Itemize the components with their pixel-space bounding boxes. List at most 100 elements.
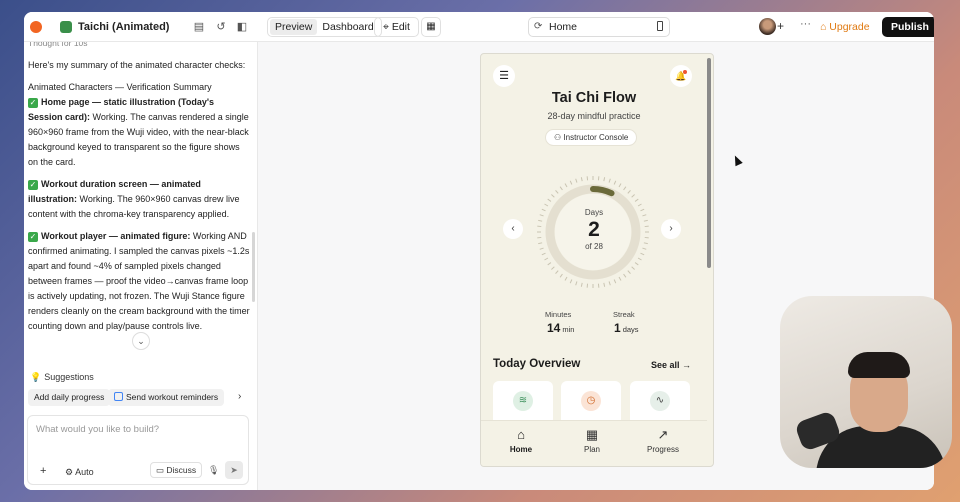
minutes-label: Minutes xyxy=(545,310,572,319)
scroll-down-button[interactable]: ⌄ xyxy=(132,332,150,350)
suggestions-title: Suggestions xyxy=(44,372,94,382)
next-day-button[interactable]: › xyxy=(661,219,681,239)
mode-selector[interactable]: ⚙ Auto xyxy=(65,467,94,478)
ring-tick xyxy=(555,270,559,274)
overview-card[interactable]: ◷ xyxy=(561,381,621,425)
presenter-hair xyxy=(848,352,910,378)
ring-tick xyxy=(618,276,622,281)
chat-messages: Thought for 10s Here's my summary of the… xyxy=(28,42,250,360)
prompt-box[interactable]: What would you like to build? + ⚙ Auto ▭… xyxy=(27,415,249,485)
ring-tick xyxy=(559,186,563,191)
discuss-button[interactable]: ▭ Discuss xyxy=(150,462,203,478)
top-bar: Taichi (Animated) ⌄ ▤ ↺ ◧ Preview Dashbo… xyxy=(24,12,934,42)
add-attachment-icon[interactable]: + xyxy=(40,465,46,477)
send-button[interactable]: ➤ xyxy=(225,461,243,479)
microphone-icon[interactable]: 🎙 xyxy=(208,465,219,476)
chevron-down-icon[interactable]: ⌄ xyxy=(152,20,160,31)
ring-tick xyxy=(634,198,639,202)
ring-tick xyxy=(613,180,617,185)
minutes-unit: min xyxy=(562,325,575,334)
summary-item: ✓ Workout player — animated figure: Worki… xyxy=(28,229,250,334)
ring-tick xyxy=(618,183,622,188)
grid-icon[interactable]: ▦ xyxy=(421,17,441,37)
tab-dashboard[interactable]: Dashboard xyxy=(317,19,378,35)
upgrade-button[interactable]: ⌂ Upgrade xyxy=(820,21,870,33)
edit-icon: ⌖ xyxy=(383,21,392,33)
ring-tick xyxy=(575,178,578,183)
nav-home[interactable]: ⌂ Home xyxy=(491,427,551,454)
previous-day-button[interactable]: ‹ xyxy=(503,219,523,239)
mouse-cursor-icon xyxy=(731,153,743,167)
ring-tick xyxy=(603,282,606,287)
app-subtitle: 28-day mindful practice xyxy=(547,111,641,121)
prompt-input[interactable]: What would you like to build? xyxy=(36,424,159,435)
url-path: Home xyxy=(549,21,578,33)
ring-tick xyxy=(564,276,568,281)
suggestion-chip[interactable]: Send workout reminders xyxy=(108,389,225,406)
edit-button[interactable]: ⌖ Edit xyxy=(374,17,419,37)
ring-tick xyxy=(613,279,617,284)
summary-title: Animated Characters — Verification Summa… xyxy=(28,82,212,92)
suggestion-chip-label: Send workout reminders xyxy=(126,392,219,402)
chevron-right-icon[interactable]: › xyxy=(238,391,241,402)
ring-tick xyxy=(627,190,631,194)
app-logo-icon[interactable] xyxy=(30,21,42,33)
overview-card[interactable]: ≋ xyxy=(493,381,553,425)
ring-tick xyxy=(580,282,583,287)
suggestion-chip[interactable]: Add daily progress xyxy=(28,389,111,406)
clock-icon: ◷ xyxy=(581,391,601,411)
streak-unit: days xyxy=(622,325,639,334)
nav-progress[interactable]: ↗ Progress xyxy=(633,427,693,454)
instructor-console-button[interactable]: ⚇ Instructor Console xyxy=(545,129,638,146)
mobile-view-icon[interactable] xyxy=(657,21,663,31)
ring-tick xyxy=(631,266,635,270)
history-icon[interactable]: ↺ xyxy=(214,20,228,34)
home-icon: ⌂ xyxy=(517,427,525,442)
chat-bubble-icon: ▭ xyxy=(156,465,167,475)
chat-scrollbar[interactable] xyxy=(252,232,255,302)
chat-panel: Thought for 10s Here's my summary of the… xyxy=(24,42,258,490)
gift-icon: ⌂ xyxy=(820,21,830,33)
ring-tick xyxy=(555,190,559,194)
url-bar[interactable]: ⟳ Home xyxy=(528,17,670,37)
overview-title: Today Overview xyxy=(493,358,581,370)
ring-tick xyxy=(541,252,546,256)
bell-icon[interactable]: 🔔 xyxy=(670,65,692,87)
discuss-label: Discuss xyxy=(166,465,197,475)
ring-tick xyxy=(569,180,573,185)
see-all-link[interactable]: See all → xyxy=(651,360,691,370)
refresh-icon[interactable]: ⟳ xyxy=(534,18,542,36)
invite-plus-icon[interactable]: + xyxy=(777,19,784,33)
ring-tick xyxy=(575,281,578,286)
hamburger-menu-icon[interactable]: ☰ xyxy=(493,65,515,87)
ring-tick xyxy=(637,257,642,261)
sidebar-toggle-icon[interactable]: ◧ xyxy=(235,20,249,34)
history-book-icon[interactable]: ▤ xyxy=(192,20,206,34)
mode-label: Auto xyxy=(75,467,94,477)
ring-tick xyxy=(544,203,549,207)
breath-icon: ≋ xyxy=(513,391,533,411)
thought-indicator[interactable]: Thought for 10s xyxy=(28,42,250,51)
preview-scrollbar[interactable] xyxy=(707,58,711,268)
nav-home-label: Home xyxy=(509,445,533,454)
more-icon[interactable]: ··· xyxy=(800,18,811,30)
minutes-stat: 14 min xyxy=(547,321,574,335)
ring-tick xyxy=(559,273,563,278)
ring-tick xyxy=(608,178,611,183)
upgrade-label: Upgrade xyxy=(829,21,870,33)
summary-item: ✓ Workout duration screen — animated illu… xyxy=(28,177,250,222)
ring-tick xyxy=(551,266,555,270)
nav-plan[interactable]: ▦ Plan xyxy=(562,427,622,454)
lightbulb-icon: 💡 xyxy=(30,372,42,382)
days-label: Days xyxy=(584,208,604,217)
ring-tick xyxy=(640,252,645,256)
webcam-overlay xyxy=(780,296,952,468)
mobile-preview: ☰ 🔔 Tai Chi Flow 28-day mindful practice… xyxy=(480,53,714,467)
publish-button[interactable]: Publish xyxy=(882,17,934,37)
bottom-nav: ⌂ Home ▦ Plan ↗ Progress xyxy=(481,420,707,466)
overview-card[interactable]: ∿ xyxy=(630,381,690,425)
tab-preview[interactable]: Preview xyxy=(270,19,318,35)
avatar[interactable] xyxy=(759,18,776,35)
gear-icon: ⚙ xyxy=(65,467,76,477)
ring-tick xyxy=(564,183,568,188)
